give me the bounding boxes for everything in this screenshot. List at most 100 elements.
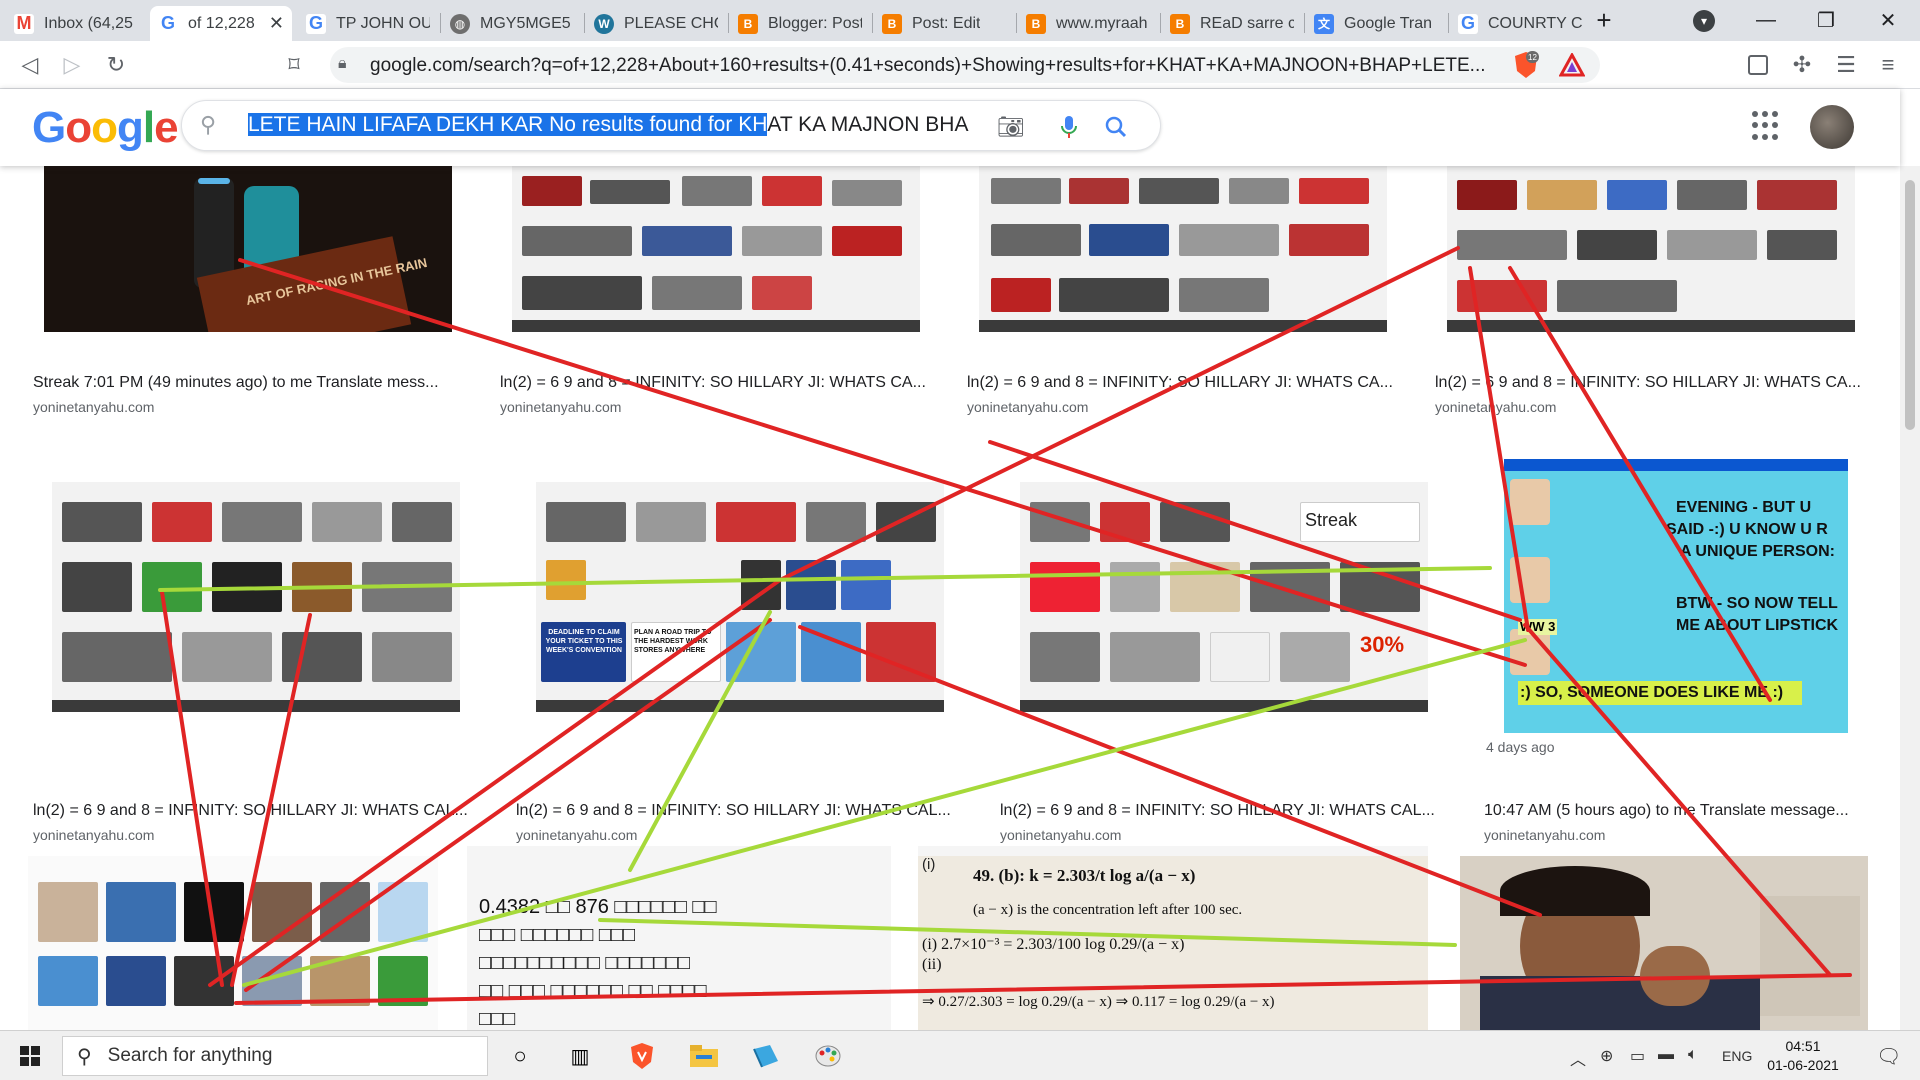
result-thumbnail[interactable]: EVENING - BUT U SAID -:) U KNOW U R A UN… (1504, 459, 1848, 733)
brave-shield-icon[interactable]: 12 (1510, 49, 1542, 81)
tab-myraah[interactable]: B www.myraah (1018, 6, 1158, 41)
result-card[interactable]: EVENING - BUT U SAID -:) U KNOW U R A UN… (1480, 446, 1872, 843)
query-text[interactable]: AT KA MAJNON BHA (767, 113, 968, 136)
result-thumbnail[interactable]: DEADLINE TO CLAIM YOUR TICKET TO THIS WE… (536, 482, 944, 712)
taskbar-search-placeholder[interactable]: Search for anything (108, 1045, 273, 1067)
result-card[interactable]: Streak 30% ln(2) = 6 9 and 8 = INFINITY:… (996, 446, 1452, 843)
result-card[interactable] (1456, 846, 1872, 1030)
minimize-button[interactable]: — (1736, 0, 1796, 41)
extensions-icon[interactable]: ✣ (1786, 49, 1818, 81)
result-caption[interactable]: ln(2) = 6 9 and 8 = INFINITY: SO HILLARY… (967, 374, 1397, 392)
google-apps-icon[interactable] (1752, 111, 1782, 141)
task-view-icon[interactable]: ▥ (564, 1040, 596, 1072)
show-hidden-icons[interactable]: ︿ (1570, 1046, 1586, 1070)
result-card[interactable]: 0.4382 □□ 876 □□□□□□ □□ □□□ □□□□□□ □□□ □… (467, 846, 891, 1030)
profile-extension-icon[interactable] (1742, 49, 1774, 81)
result-card[interactable] (28, 846, 446, 1030)
result-card[interactable]: ln(2) = 6 9 and 8 = INFINITY: SO HILLARY… (496, 166, 936, 415)
result-card[interactable]: (i) 49. (b): k = 2.303/t log a/(a − x) (… (918, 846, 1428, 1030)
result-thumbnail[interactable] (52, 482, 460, 712)
brave-browser-icon[interactable] (626, 1040, 658, 1072)
tab-country[interactable]: G COUNRTY C (1450, 6, 1590, 41)
result-source[interactable]: yoninetanyahu.com (967, 399, 1088, 415)
query-selected-text[interactable]: LETE HAIN LIFAFA DEKH KAR No results fou… (248, 113, 768, 136)
tab-label: of 12,228 (188, 14, 255, 32)
result-source[interactable]: yoninetanyahu.com (33, 827, 154, 843)
back-icon[interactable]: ◁ (14, 49, 46, 81)
result-source[interactable]: yoninetanyahu.com (1484, 827, 1605, 843)
result-thumbnail[interactable] (1460, 856, 1868, 1030)
windows-start-icon[interactable] (14, 1040, 46, 1072)
result-source[interactable]: yoninetanyahu.com (516, 827, 637, 843)
result-caption[interactable]: ln(2) = 6 9 and 8 = INFINITY: SO HILLARY… (1000, 802, 1450, 820)
tab-search-button[interactable]: ▾ (1674, 0, 1734, 41)
google-logo[interactable]: Google (32, 103, 179, 153)
address-bar[interactable]: 🔒︎ google.com/search?q=of+12,228+About+1… (330, 47, 1600, 83)
app-icon[interactable] (750, 1040, 782, 1072)
new-tab-button[interactable]: + (1574, 0, 1634, 41)
result-thumbnail[interactable]: (i) 49. (b): k = 2.303/t log a/(a − x) (… (918, 856, 1428, 1030)
taskbar-clock[interactable]: 04:51 01-06-2021 (1748, 1037, 1858, 1075)
battery-icon[interactable]: ▬ (1658, 1046, 1674, 1064)
result-thumbnail[interactable]: 0.4382 □□ 876 □□□□□□ □□ □□□ □□□□□□ □□□ □… (479, 896, 879, 1030)
paint-icon[interactable] (812, 1040, 844, 1072)
result-thumbnail[interactable] (28, 856, 438, 1030)
result-caption[interactable]: ln(2) = 6 9 and 8 = INFINITY: SO HILLARY… (33, 802, 483, 820)
result-card[interactable]: ln(2) = 6 9 and 8 = INFINITY: SO HILLARY… (963, 166, 1403, 415)
file-explorer-icon[interactable] (688, 1040, 720, 1072)
tab-blogger-post[interactable]: B Blogger: Post (730, 6, 870, 41)
bookmark-icon[interactable]: ⌑ (278, 49, 310, 81)
scrollbar-thumb[interactable] (1905, 180, 1915, 430)
tab-tp-john[interactable]: G TP JOHN OU (298, 6, 438, 41)
account-avatar[interactable] (1810, 105, 1854, 149)
network-globe-icon[interactable]: ⊕ (1600, 1046, 1613, 1066)
search-input[interactable]: LETE HAIN LIFAFA DEKH KAR No results fou… (248, 113, 1168, 137)
reload-icon[interactable]: ↻ (100, 49, 132, 81)
result-thumbnail[interactable] (979, 166, 1387, 332)
result-source[interactable]: yoninetanyahu.com (1435, 399, 1556, 415)
result-caption[interactable]: ln(2) = 6 9 and 8 = INFINITY: SO HILLARY… (1435, 374, 1865, 392)
close-window-button[interactable]: ✕ (1858, 0, 1918, 41)
close-tab-icon[interactable]: ✕ (263, 13, 284, 34)
cortana-icon[interactable]: ○ (504, 1040, 536, 1072)
result-thumbnail[interactable] (1447, 166, 1855, 332)
math-line: (i) (922, 856, 936, 873)
tab-label: TP JOHN OU (336, 14, 430, 32)
result-caption[interactable]: ln(2) = 6 9 and 8 = INFINITY: SO HILLARY… (500, 374, 930, 392)
reading-list-icon[interactable]: ☰ (1830, 49, 1862, 81)
result-caption[interactable]: 10:47 AM (5 hours ago) to me Translate m… (1484, 802, 1870, 820)
result-thumbnail[interactable]: Streak 30% (1020, 482, 1428, 712)
result-card[interactable]: ln(2) = 6 9 and 8 = INFINITY: SO HILLARY… (1431, 166, 1871, 415)
page-scrollbar[interactable] (1900, 166, 1920, 1030)
microphone-icon[interactable] (1055, 113, 1083, 141)
tab-read-sarre[interactable]: B REaD sarre c (1162, 6, 1302, 41)
url-text[interactable]: google.com/search?q=of+12,228+About+160+… (370, 55, 1520, 77)
result-caption[interactable]: ln(2) = 6 9 and 8 = INFINITY: SO HILLARY… (516, 802, 966, 820)
result-thumbnail[interactable]: ART OF RACING IN THE RAIN (44, 166, 452, 332)
result-caption[interactable]: Streak 7:01 PM (49 minutes ago) to me Tr… (33, 374, 463, 392)
tab-wordpress[interactable]: W PLEASE CHO (586, 6, 726, 41)
search-box[interactable]: ⚲ LETE HAIN LIFAFA DEKH KAR No results f… (181, 100, 1161, 151)
maximize-button[interactable]: ❐ (1796, 0, 1856, 41)
result-source[interactable]: yoninetanyahu.com (33, 399, 154, 415)
result-source[interactable]: yoninetanyahu.com (500, 399, 621, 415)
tab-post-edit[interactable]: B Post: Edit (874, 6, 1014, 41)
result-source[interactable]: yoninetanyahu.com (1000, 827, 1121, 843)
tab-google-translate[interactable]: 文 Google Tran (1306, 6, 1446, 41)
result-card[interactable]: ART OF RACING IN THE RAIN Streak 7:01 PM… (28, 166, 468, 415)
tab-mgy5[interactable]: ◍ MGY5MGE5 (442, 6, 582, 41)
volume-icon[interactable]: 🔈︎ (1688, 1046, 1698, 1064)
tab-gmail[interactable]: M Inbox (64,25 (6, 6, 146, 41)
menu-icon[interactable]: ≡ (1872, 49, 1904, 81)
result-thumbnail[interactable] (512, 166, 920, 332)
taskbar-search[interactable]: ⚲ Search for anything (62, 1036, 488, 1076)
forward-icon[interactable]: ▷ (56, 49, 88, 81)
search-button-icon[interactable] (1102, 113, 1130, 141)
device-icon[interactable]: ▭ (1630, 1046, 1645, 1066)
result-card[interactable]: ln(2) = 6 9 and 8 = INFINITY: SO HILLARY… (28, 446, 484, 843)
tab-active-search[interactable]: G of 12,228 ✕ (150, 6, 292, 41)
brave-rewards-icon[interactable] (1556, 49, 1588, 81)
camera-icon[interactable]: 📷︎ (997, 113, 1025, 141)
notifications-icon[interactable]: 🗨︎ (1876, 1044, 1901, 1069)
result-card[interactable]: DEADLINE TO CLAIM YOUR TICKET TO THIS WE… (512, 446, 968, 843)
